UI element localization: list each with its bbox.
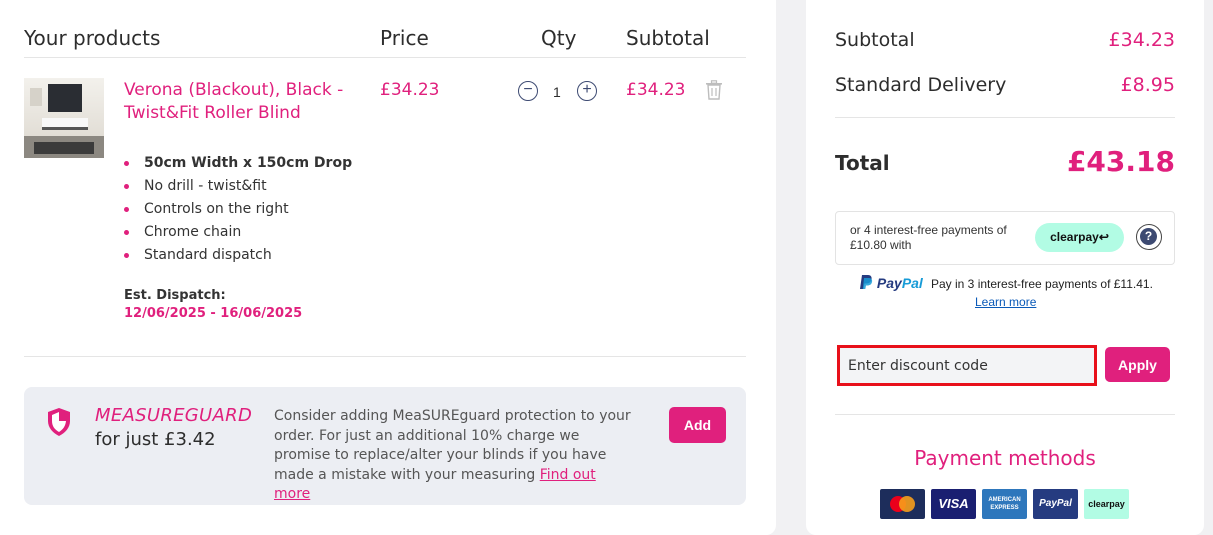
measureguard-price: for just £3.42 (95, 429, 216, 450)
paypal-brand-pal: Pal (901, 275, 923, 291)
item-price: £34.23 (380, 80, 440, 100)
price-header: Price (380, 26, 429, 50)
shield-icon (48, 408, 70, 436)
clearpay-badge: clearpay↩ (1035, 223, 1124, 252)
item-subtotal: £34.23 (626, 80, 686, 100)
help-icon[interactable]: ? (1136, 224, 1162, 250)
est-dispatch-label: Est. Dispatch: (124, 288, 226, 303)
item-divider (24, 356, 746, 357)
feature-item: Chrome chain (124, 221, 352, 244)
product-thumbnail[interactable] (24, 78, 104, 158)
decrease-qty-button[interactable]: − (518, 81, 538, 101)
header-divider (24, 57, 746, 58)
paypal-brand-pay: Pay (876, 275, 902, 291)
feature-item: Controls on the right (124, 198, 352, 221)
cart-panel: Your products Price Qty Subtotal Verona … (0, 0, 776, 535)
summary-divider (835, 117, 1175, 118)
visa-icon: VISA (931, 489, 976, 519)
add-measureguard-button[interactable]: Add (669, 407, 726, 443)
paypal-text: Pay in 3 interest-free payments of £11.4… (931, 277, 1153, 291)
product-title-link[interactable]: Verona (Blackout), Black - Twist&Fit Rol… (124, 79, 364, 125)
subtotal-label: Subtotal (835, 29, 915, 51)
mastercard-icon (880, 489, 925, 519)
paypal-icon (860, 275, 873, 289)
est-dispatch-dates: 12/06/2025 - 16/06/2025 (124, 306, 303, 321)
discount-divider (835, 414, 1175, 415)
trash-icon[interactable] (705, 80, 723, 100)
clearpay-text: or 4 interest-free payments of £10.80 wi… (850, 223, 1007, 252)
amex-icon: AMERICAN EXPRESS (982, 489, 1027, 519)
paypal-logo: PayPal (859, 274, 923, 291)
subtotal-header: Subtotal (626, 26, 710, 50)
total-label: Total (835, 151, 890, 175)
measureguard-box: MEASUREGUARD for just £3.42 Consider add… (24, 387, 746, 505)
product-features: 50cm Width x 150cm Drop No drill - twist… (124, 152, 352, 267)
feature-item: No drill - twist&fit (124, 175, 352, 198)
subtotal-value: £34.23 (1108, 29, 1175, 51)
total-value: £43.18 (1066, 145, 1175, 178)
paypal-card-icon: PayPal (1033, 489, 1078, 519)
payment-methods-title: Payment methods (914, 446, 1096, 470)
feature-item: Standard dispatch (124, 244, 352, 267)
paypal-learn-more-link[interactable]: Learn more (975, 295, 1036, 309)
measureguard-description: Consider adding MeaSUREguard protection … (274, 407, 634, 505)
clearpay-widget: or 4 interest-free payments of £10.80 wi… (835, 211, 1175, 265)
qty-header: Qty (541, 26, 577, 50)
help-icon-glyph: ? (1140, 228, 1157, 245)
feature-item: 50cm Width x 150cm Drop (124, 152, 352, 175)
increase-qty-button[interactable]: + (577, 81, 597, 101)
measureguard-name: MEASUREGUARD (95, 405, 253, 426)
delivery-label: Standard Delivery (835, 74, 1007, 96)
qty-value[interactable]: 1 (553, 84, 561, 100)
order-summary-panel: Subtotal £34.23 Standard Delivery £8.95 … (806, 0, 1204, 535)
apply-discount-button[interactable]: Apply (1105, 347, 1170, 382)
discount-code-input[interactable] (837, 345, 1097, 386)
delivery-value: £8.95 (1120, 74, 1175, 96)
products-header: Your products (24, 26, 161, 50)
clearpay-card-icon: clearpay (1084, 489, 1129, 519)
